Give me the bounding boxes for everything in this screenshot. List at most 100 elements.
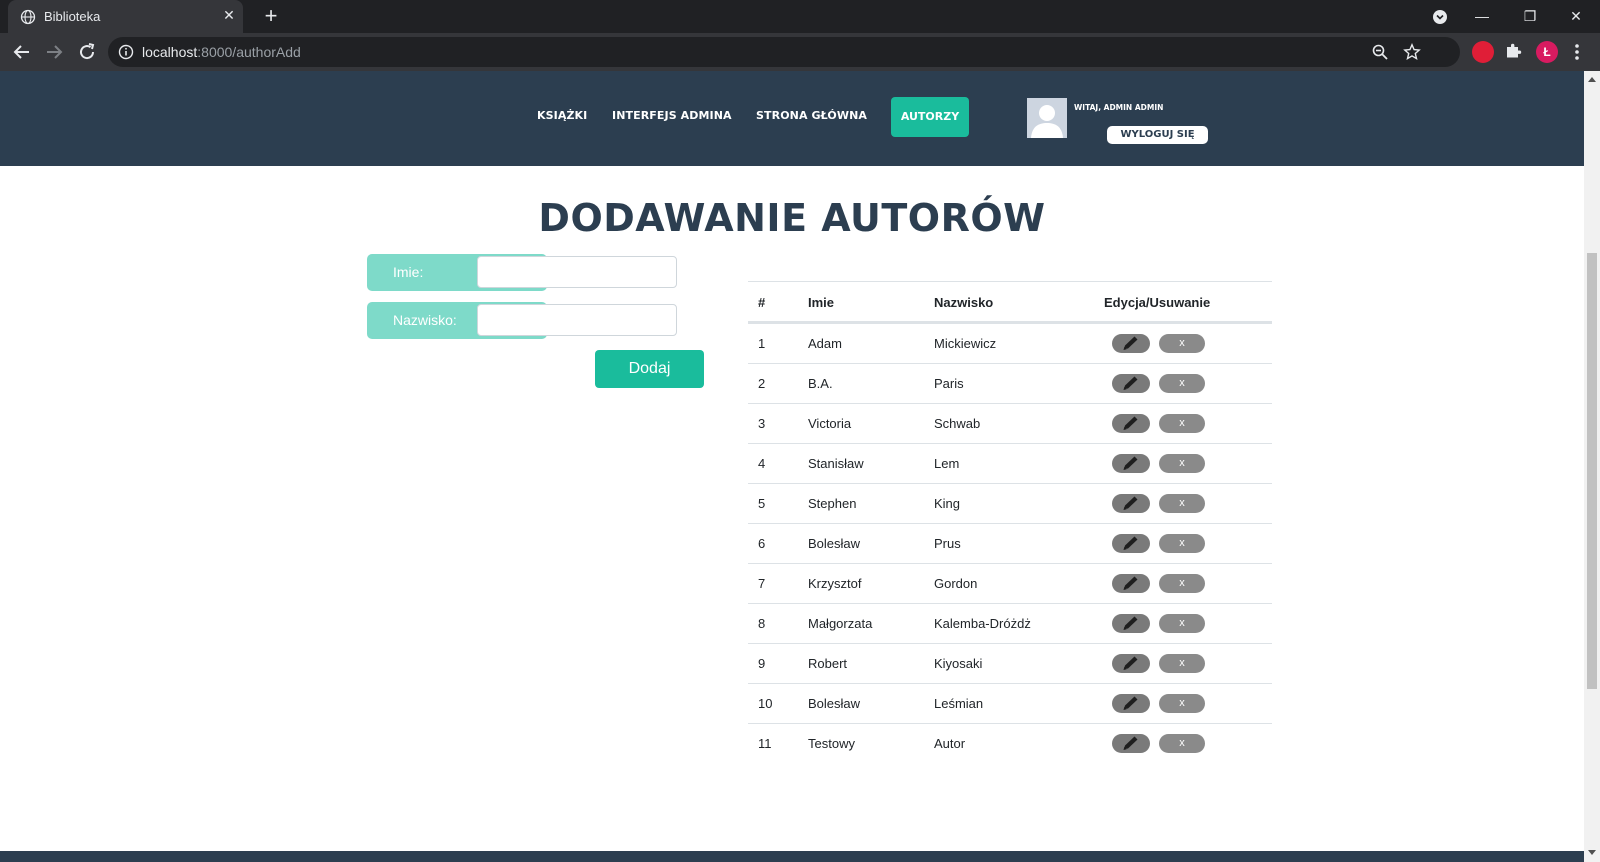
- scroll-up-arrow-icon[interactable]: [1588, 77, 1596, 82]
- table-row: 11 Testowy Autor x: [748, 723, 1272, 763]
- edit-button[interactable]: [1112, 414, 1150, 433]
- table-row: 8 Małgorzata Kalemba-Dróżdż x: [748, 603, 1272, 643]
- edit-button[interactable]: [1112, 654, 1150, 673]
- delete-button[interactable]: x: [1159, 494, 1205, 513]
- extension-stop-icon[interactable]: [1472, 41, 1494, 63]
- edit-button[interactable]: [1112, 334, 1150, 353]
- row-first-name: Adam: [808, 336, 842, 351]
- profile-avatar[interactable]: Ł: [1536, 41, 1558, 63]
- edit-button[interactable]: [1112, 454, 1150, 473]
- table-header-row: # Imie Nazwisko Edycja/Usuwanie: [748, 281, 1272, 323]
- nav-admin-interface[interactable]: INTERFEJS ADMINA: [612, 109, 732, 122]
- delete-button[interactable]: x: [1159, 574, 1205, 593]
- minimize-button[interactable]: —: [1468, 0, 1496, 33]
- first-name-label: Imie:: [393, 264, 424, 280]
- site-footer: [0, 851, 1584, 862]
- tab-search-icon[interactable]: [1433, 10, 1447, 24]
- header-last-name: Nazwisko: [934, 295, 994, 310]
- table-row: 4 Stanisław Lem x: [748, 443, 1272, 483]
- reload-icon[interactable]: [75, 40, 99, 64]
- scroll-down-arrow-icon[interactable]: [1588, 850, 1596, 855]
- row-number: 9: [758, 656, 766, 671]
- last-name-field: Nazwisko:: [367, 302, 678, 339]
- row-last-name: King: [934, 496, 961, 511]
- row-first-name: Victoria: [808, 416, 852, 431]
- pencil-icon: [1123, 336, 1138, 350]
- welcome-text: WITAJ, ADMIN ADMIN: [1074, 103, 1164, 112]
- back-arrow-icon[interactable]: [10, 40, 34, 64]
- header-number: #: [758, 295, 766, 310]
- row-number: 2: [758, 376, 766, 391]
- site-header: KSIĄŻKI INTERFEJS ADMINA STRONA GŁÓWNA A…: [0, 71, 1584, 166]
- forward-arrow-icon[interactable]: [42, 40, 66, 64]
- delete-button[interactable]: x: [1159, 694, 1205, 713]
- delete-button[interactable]: x: [1159, 534, 1205, 553]
- site-info-icon[interactable]: [118, 44, 134, 60]
- zoom-out-icon[interactable]: [1371, 43, 1389, 61]
- browser-menu-icon[interactable]: [1574, 42, 1580, 62]
- extensions-puzzle-icon[interactable]: [1503, 41, 1523, 61]
- row-last-name: Schwab: [934, 416, 981, 431]
- row-number: 11: [758, 736, 772, 751]
- edit-button[interactable]: [1112, 534, 1150, 553]
- row-number: 10: [758, 696, 773, 711]
- row-first-name: Krzysztof: [808, 576, 862, 591]
- row-last-name: Leśmian: [934, 696, 984, 711]
- edit-button[interactable]: [1112, 614, 1150, 633]
- delete-button[interactable]: x: [1159, 454, 1205, 473]
- row-last-name: Kalemba-Dróżdż: [934, 616, 1031, 631]
- bookmark-star-icon[interactable]: [1403, 43, 1421, 61]
- delete-button[interactable]: x: [1159, 734, 1205, 753]
- user-avatar: [1027, 98, 1067, 138]
- header-actions: Edycja/Usuwanie: [1104, 295, 1211, 310]
- window-close-button[interactable]: ✕: [1562, 0, 1590, 33]
- logout-button[interactable]: WYLOGUJ SIĘ: [1107, 126, 1208, 144]
- nav-books[interactable]: KSIĄŻKI: [537, 109, 587, 122]
- browser-tab[interactable]: Biblioteka ✕: [8, 0, 243, 33]
- edit-button[interactable]: [1112, 734, 1150, 753]
- table-row: 10 Bolesław Leśmian x: [748, 683, 1272, 723]
- row-number: 3: [758, 416, 766, 431]
- pencil-icon: [1123, 456, 1138, 470]
- row-first-name: Bolesław: [808, 536, 861, 551]
- edit-button[interactable]: [1112, 574, 1150, 593]
- edit-button[interactable]: [1112, 374, 1150, 393]
- delete-button[interactable]: x: [1159, 654, 1205, 673]
- delete-button[interactable]: x: [1159, 614, 1205, 633]
- row-number: 1: [758, 336, 766, 351]
- pencil-icon: [1123, 576, 1138, 590]
- address-bar[interactable]: localhost:8000/authorAdd: [108, 37, 1460, 67]
- row-number: 5: [758, 496, 766, 511]
- tab-title: Biblioteka: [44, 9, 101, 24]
- row-first-name: B.A.: [808, 376, 833, 391]
- pencil-icon: [1123, 736, 1138, 750]
- pencil-icon: [1123, 536, 1138, 550]
- row-number: 6: [758, 536, 766, 551]
- nav-authors[interactable]: AUTORZY: [891, 97, 969, 137]
- tab-close-icon[interactable]: ✕: [221, 7, 237, 23]
- delete-button[interactable]: x: [1159, 414, 1205, 433]
- delete-button[interactable]: x: [1159, 374, 1205, 393]
- table-row: 5 Stephen King x: [748, 483, 1272, 523]
- page-viewport: KSIĄŻKI INTERFEJS ADMINA STRONA GŁÓWNA A…: [0, 71, 1584, 862]
- row-first-name: Robert: [808, 656, 848, 671]
- row-first-name: Stanisław: [808, 456, 864, 471]
- first-name-input[interactable]: [477, 256, 677, 288]
- page-scrollbar[interactable]: [1584, 71, 1600, 862]
- add-author-button[interactable]: Dodaj: [595, 350, 704, 388]
- edit-button[interactable]: [1112, 694, 1150, 713]
- row-last-name: Gordon: [934, 576, 978, 591]
- delete-button[interactable]: x: [1159, 334, 1205, 353]
- scrollbar-thumb[interactable]: [1587, 253, 1597, 689]
- pencil-icon: [1123, 376, 1138, 390]
- url-text: localhost:8000/authorAdd: [142, 44, 301, 60]
- last-name-input[interactable]: [477, 304, 677, 336]
- restore-button[interactable]: ❐: [1516, 0, 1544, 33]
- new-tab-button[interactable]: +: [260, 5, 282, 27]
- header-first-name: Imie: [808, 295, 835, 310]
- edit-button[interactable]: [1112, 494, 1150, 513]
- row-number: 8: [758, 616, 766, 631]
- table-row: 9 Robert Kiyosaki x: [748, 643, 1272, 683]
- nav-home[interactable]: STRONA GŁÓWNA: [756, 109, 867, 122]
- row-number: 4: [758, 456, 766, 471]
